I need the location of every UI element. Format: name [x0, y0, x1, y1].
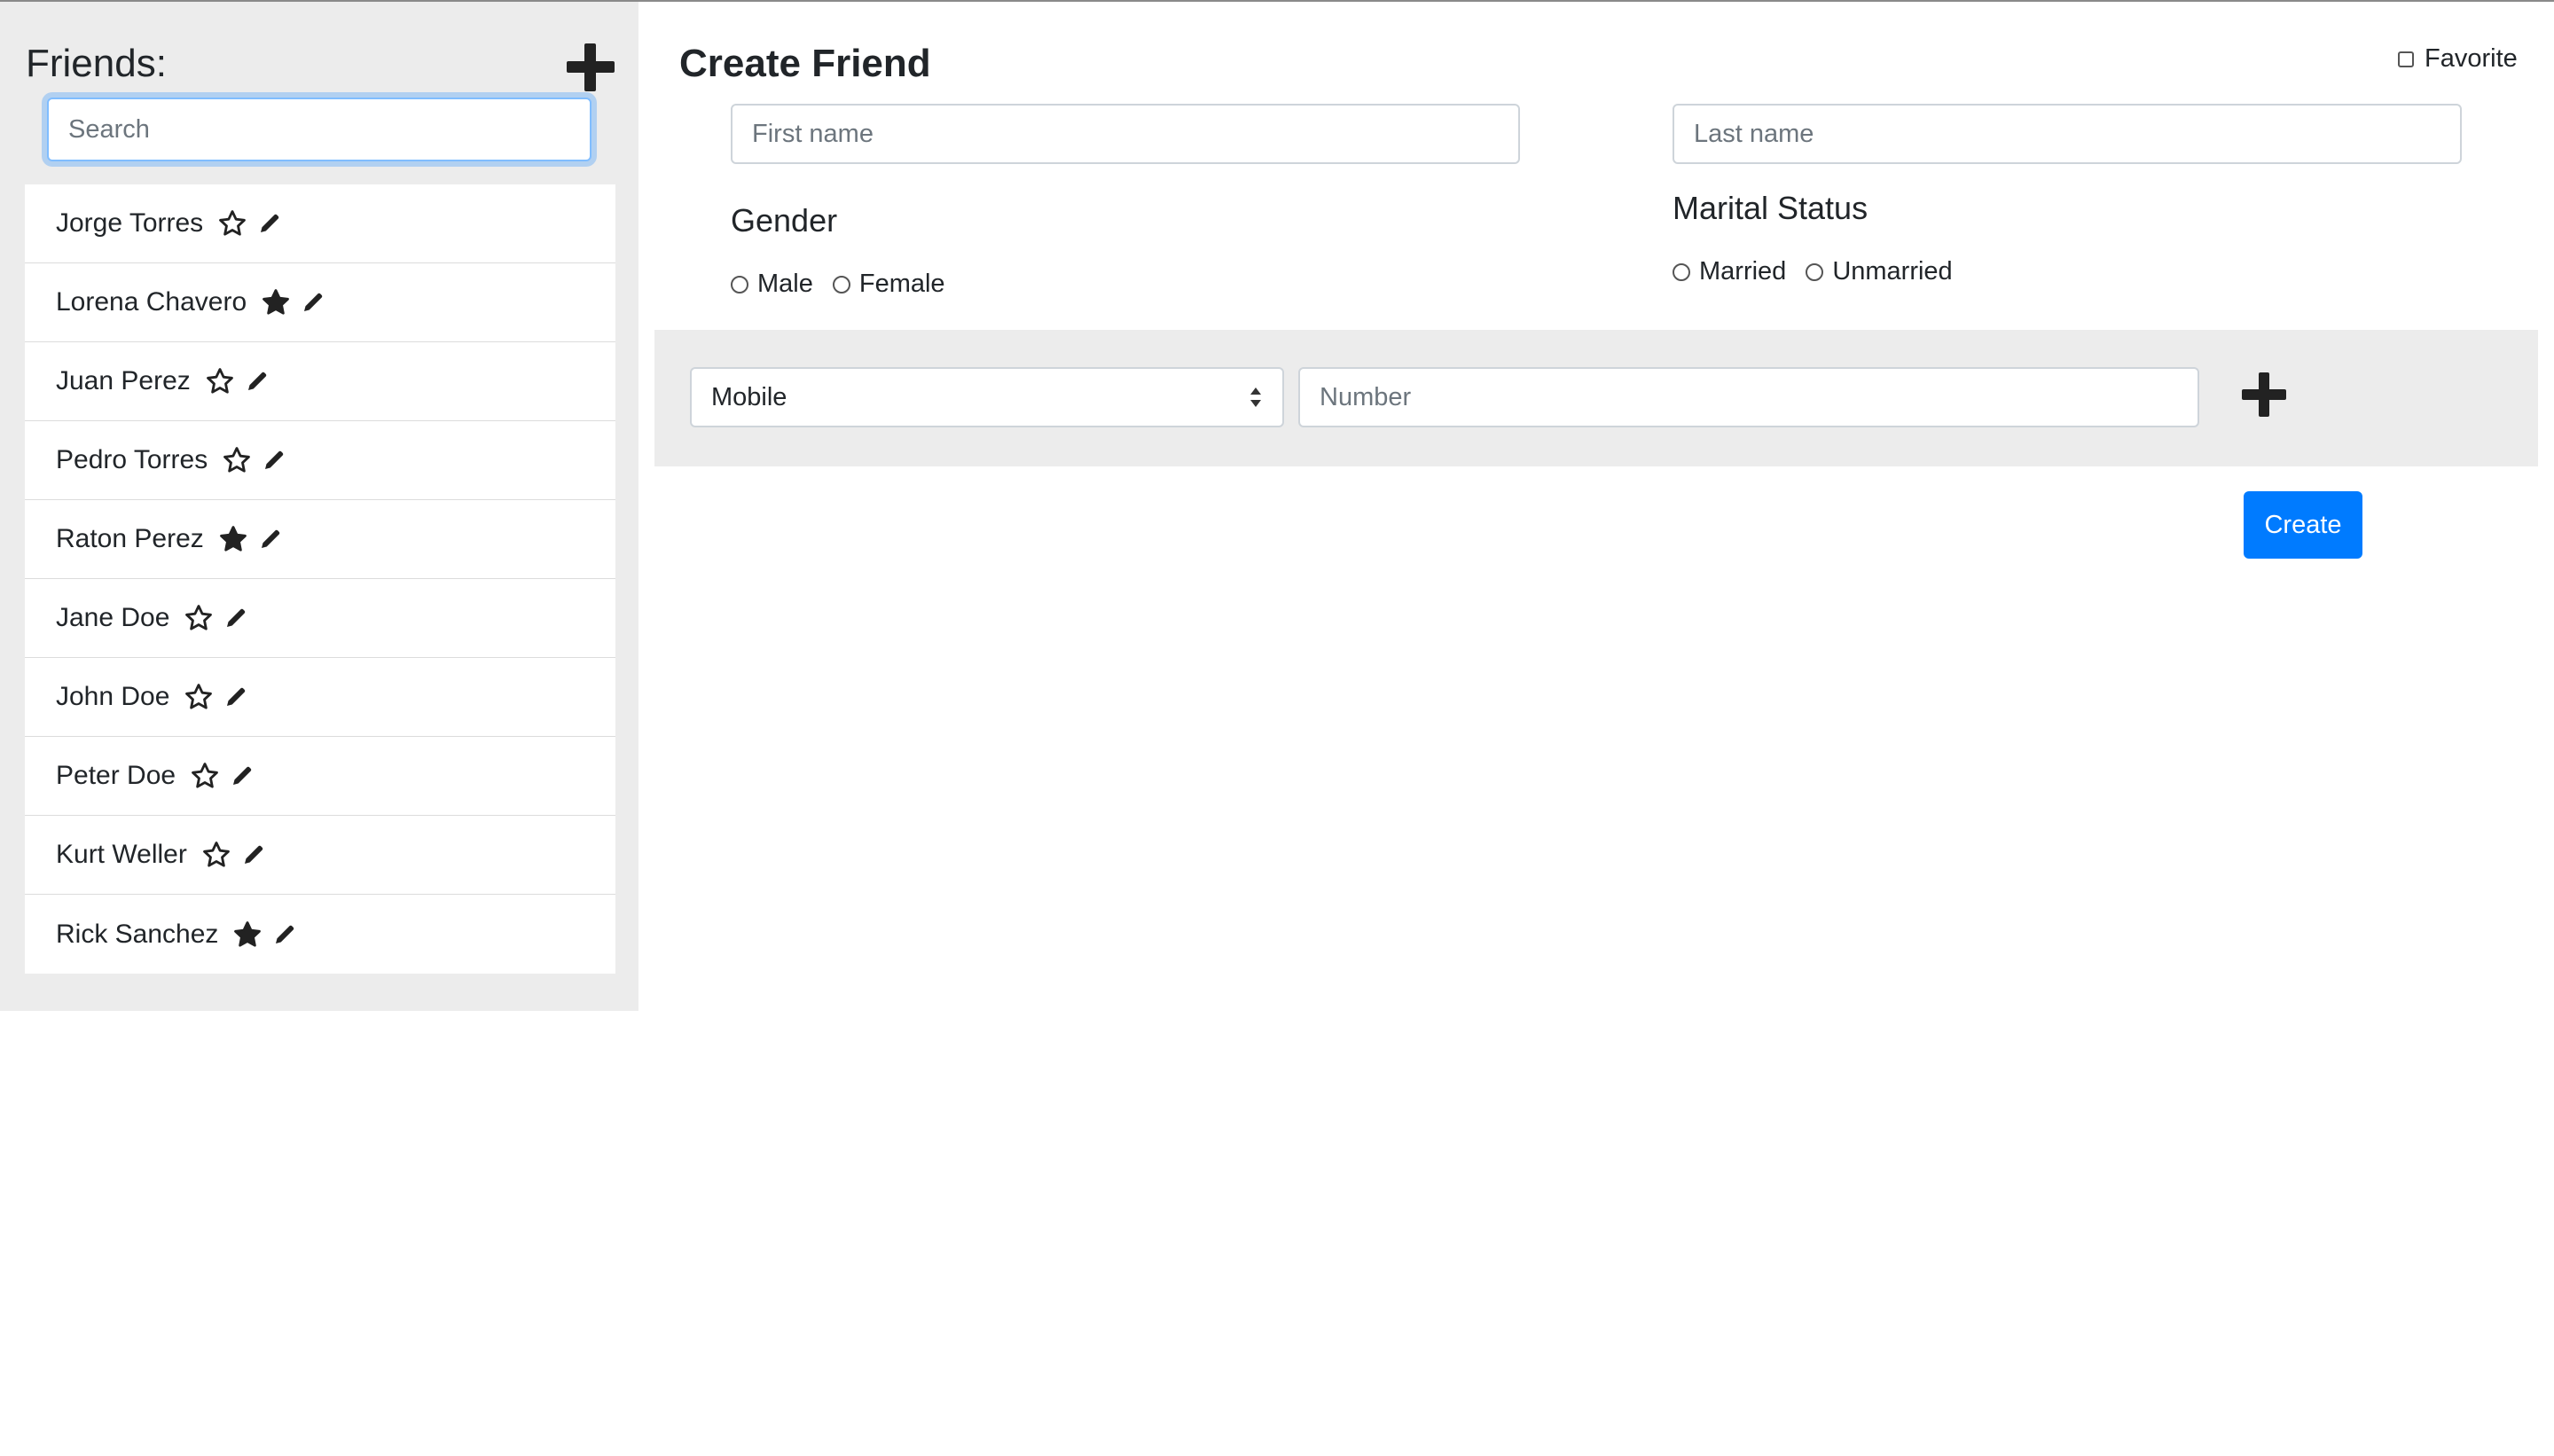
pencil-edit-icon[interactable]	[244, 368, 270, 395]
star-outline-icon[interactable]	[184, 682, 214, 712]
friend-list-item[interactable]: Rick Sanchez	[25, 895, 615, 974]
radio-circle-icon[interactable]	[1806, 262, 1824, 281]
friend-list-item[interactable]: Jorge Torres	[25, 184, 615, 263]
marital-option-label: Married	[1699, 257, 1787, 286]
friends-sidebar: Friends: Jorge Torres Lorena Chavero Juan …	[0, 2, 638, 1011]
star-outline-icon[interactable]	[205, 366, 235, 396]
friend-name: Rick Sanchez	[56, 919, 219, 949]
marital-radio-unmarried[interactable]: Unmarried	[1806, 257, 1953, 286]
marital-status-heading: Marital Status	[1673, 190, 1868, 226]
pencil-edit-icon[interactable]	[229, 763, 255, 789]
sidebar-title: Friends:	[26, 42, 167, 85]
star-filled-icon[interactable]	[232, 920, 262, 950]
friend-list-item[interactable]: Lorena Chavero	[25, 263, 615, 342]
pencil-edit-icon[interactable]	[300, 289, 326, 316]
gender-option-label: Female	[858, 270, 945, 298]
phone-panel: Mobile	[654, 330, 2538, 466]
phone-type-value: Mobile	[711, 382, 787, 411]
select-arrows-icon	[1249, 386, 1263, 409]
friend-name: Jorge Torres	[56, 208, 204, 238]
gender-radio-group: Male Female	[731, 270, 965, 299]
gender-radio-male[interactable]: Male	[731, 270, 813, 299]
marital-option-label: Unmarried	[1832, 257, 1953, 286]
first-name-input[interactable]	[731, 104, 1520, 164]
favorite-label: Favorite	[2425, 44, 2518, 73]
friend-list-item[interactable]: Jane Doe	[25, 579, 615, 658]
friend-name: Juan Perez	[56, 366, 191, 395]
marital-status-radio-group: Married Unmarried	[1673, 257, 1972, 286]
favorite-checkbox[interactable]: Favorite	[2398, 44, 2518, 74]
radio-circle-icon[interactable]	[832, 275, 850, 294]
radio-circle-icon[interactable]	[1673, 262, 1690, 281]
pencil-edit-icon[interactable]	[261, 447, 287, 474]
radio-circle-icon[interactable]	[731, 275, 748, 294]
star-filled-icon[interactable]	[218, 524, 248, 554]
friend-list: Jorge Torres Lorena Chavero Juan Perez Pedr…	[25, 184, 615, 974]
friend-list-item[interactable]: Raton Perez	[25, 500, 615, 579]
friend-name: Peter Doe	[56, 761, 176, 790]
friend-name: Pedro Torres	[56, 445, 208, 474]
friend-list-item[interactable]: Juan Perez	[25, 342, 615, 421]
star-outline-icon[interactable]	[184, 603, 214, 633]
gender-option-label: Male	[757, 270, 813, 298]
friend-name: Lorena Chavero	[56, 287, 247, 317]
star-filled-icon[interactable]	[261, 287, 291, 317]
gender-heading: Gender	[731, 202, 838, 239]
friend-name: Kurt Weller	[56, 840, 187, 869]
pencil-edit-icon[interactable]	[257, 526, 284, 552]
gender-radio-female[interactable]: Female	[832, 270, 945, 299]
add-friend-plus-icon[interactable]	[567, 43, 615, 91]
pencil-edit-icon[interactable]	[223, 684, 249, 710]
pencil-edit-icon[interactable]	[271, 921, 298, 948]
pencil-edit-icon[interactable]	[256, 210, 283, 237]
friend-list-item[interactable]: Kurt Weller	[25, 816, 615, 895]
phone-number-input[interactable]	[1298, 367, 2199, 427]
add-phone-plus-icon[interactable]	[2242, 372, 2286, 417]
friend-name: Jane Doe	[56, 603, 170, 632]
pencil-edit-icon[interactable]	[240, 842, 267, 868]
friend-name: John Doe	[56, 682, 170, 711]
search-input[interactable]	[47, 98, 591, 161]
last-name-input[interactable]	[1673, 104, 2462, 164]
favorite-checkbox-box[interactable]	[2398, 51, 2414, 67]
search-container	[47, 98, 591, 161]
star-outline-icon[interactable]	[201, 840, 231, 870]
friend-list-item[interactable]: Pedro Torres	[25, 421, 615, 500]
star-outline-icon[interactable]	[222, 445, 252, 475]
create-button[interactable]: Create	[2244, 491, 2362, 559]
friend-list-item[interactable]: Peter Doe	[25, 737, 615, 816]
star-outline-icon[interactable]	[190, 761, 220, 791]
marital-radio-married[interactable]: Married	[1673, 257, 1786, 286]
pencil-edit-icon[interactable]	[223, 605, 249, 631]
phone-type-select[interactable]: Mobile	[690, 367, 1284, 427]
friend-name: Raton Perez	[56, 524, 204, 553]
friend-list-item[interactable]: John Doe	[25, 658, 615, 737]
page-title: Create Friend	[679, 42, 931, 85]
star-outline-icon[interactable]	[217, 208, 247, 239]
